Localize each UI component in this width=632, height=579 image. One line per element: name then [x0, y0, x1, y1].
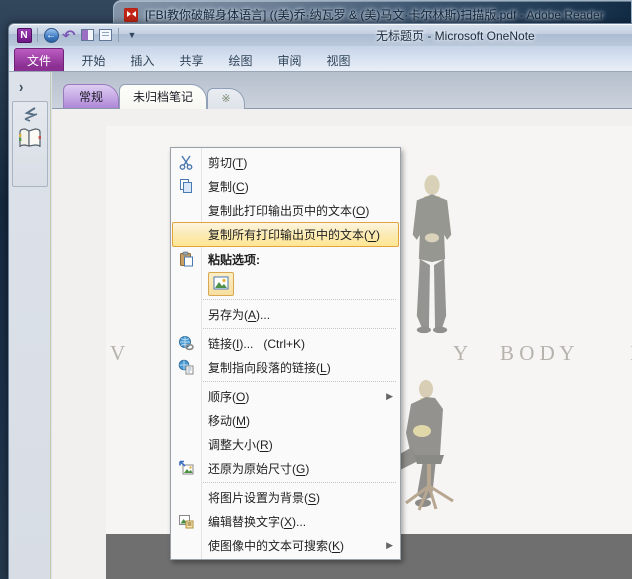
- submenu-arrow-icon: ▶: [386, 540, 393, 551]
- menu-item-link[interactable]: 链接(I)...(Ctrl+K): [171, 331, 400, 355]
- qat-separator: [118, 28, 119, 42]
- section-tab-label: 常规: [79, 88, 103, 105]
- notebook-nav-box: [12, 101, 48, 187]
- full-page-view-button[interactable]: [96, 27, 114, 44]
- menu-item-save-as[interactable]: 另存为(A)...: [171, 302, 400, 326]
- expand-navbar-button[interactable]: ›: [19, 78, 23, 96]
- menu-item-label: 还原为原始尺寸(G): [201, 460, 309, 477]
- menu-icon-gutter: [171, 460, 201, 476]
- titlebar: N ← ↶ ▼ 无标题页 - Microsoft OneNote: [9, 24, 632, 46]
- undo-button[interactable]: ↶: [60, 27, 78, 44]
- menu-item-copy-link-to-paragraph[interactable]: 复制指向段落的链接(L): [171, 355, 400, 379]
- menu-item-label: 复制此打印输出页中的文本(O): [201, 202, 369, 219]
- menu-item-label: 编辑替换文字(X)...: [201, 513, 306, 530]
- onenote-logo-icon: N: [17, 28, 32, 43]
- menu-item-make-text-in-image-searchable[interactable]: 使图像中的文本可搜索(K) ▶: [171, 533, 400, 557]
- menu-item-cut[interactable]: 剪切(T): [171, 150, 400, 174]
- menu-item-copy[interactable]: 复制(C): [171, 174, 400, 198]
- full-page-view-icon: [99, 29, 112, 41]
- ribbon-tab-审阅[interactable]: 审阅: [265, 49, 314, 71]
- qat-separator: [37, 28, 38, 42]
- standing-man-figure: [402, 174, 464, 336]
- menu-item-resize[interactable]: 调整大小(R): [171, 432, 400, 456]
- menu-icon-gutter: [171, 178, 201, 194]
- paste-icon: [178, 251, 194, 267]
- section-tab-weiguidang[interactable]: 未归档笔记: [119, 84, 207, 109]
- menu-separator: [203, 381, 396, 382]
- onenote-logo-button[interactable]: N: [15, 27, 33, 44]
- menu-item-label: 粘贴选项:: [201, 251, 260, 268]
- menu-item-label: 复制(C): [201, 178, 249, 195]
- ribbon-tab-视图[interactable]: 视图: [314, 49, 363, 71]
- menu-item-label: 复制指向段落的链接(L): [201, 359, 331, 376]
- menu-icon-gutter: [171, 513, 201, 529]
- scan-word-body: B O D Y: [500, 341, 574, 366]
- cut-icon: [178, 154, 194, 170]
- ribbon-tab-绘图[interactable]: 绘图: [216, 49, 265, 71]
- copy-icon: [178, 178, 194, 194]
- collapse-arrow-icon[interactable]: [19, 106, 41, 122]
- back-button[interactable]: ←: [42, 27, 60, 44]
- new-section-icon: ※: [221, 92, 230, 105]
- paste-as-picture-button[interactable]: [208, 272, 234, 296]
- menu-item-label: 顺序(O): [201, 388, 249, 405]
- context-menu: 剪切(T) 复制(C) 复制此打印输出页中的文本(O) 复制所有打印输出页中的文本(Y…: [170, 147, 401, 560]
- section-tab-changgui[interactable]: 常规: [63, 84, 119, 109]
- qat-customize-button[interactable]: ▼: [123, 27, 141, 44]
- menu-item-set-picture-as-background[interactable]: 将图片设置为背景(S): [171, 485, 400, 509]
- new-section-tab-button[interactable]: ※: [207, 88, 245, 109]
- menu-icon-gutter: [171, 335, 201, 351]
- menu-item-move[interactable]: 移动(M): [171, 408, 400, 432]
- section-tab-label: 未归档笔记: [133, 88, 193, 105]
- menu-item-label: 调整大小(R): [201, 436, 273, 453]
- screen: { "colors": { "onenote_accent": "#8b2f92…: [0, 0, 632, 579]
- ribbon-tab-共享[interactable]: 共享: [167, 49, 216, 71]
- window-title: 无标题页 - Microsoft OneNote: [376, 27, 535, 44]
- menu-item-shortcut: (Ctrl+K): [263, 337, 305, 351]
- chevron-down-icon: ▼: [128, 30, 137, 40]
- menu-item-label: 链接(I)...(Ctrl+K): [201, 335, 305, 352]
- adobe-window-title: [FBI教你破解身体语言] ((美)乔·纳瓦罗 & (美)马文·卡尔林斯)扫描版…: [145, 6, 604, 23]
- menu-separator: [203, 328, 396, 329]
- ribbon-tab-插入[interactable]: 插入: [118, 49, 167, 71]
- menu-item-label: 另存为(A)...: [201, 306, 270, 323]
- menu-item-copy-text-this-printout-page[interactable]: 复制此打印输出页中的文本(O): [171, 198, 400, 222]
- alt-text-icon: [178, 513, 194, 529]
- dock-to-desktop-button[interactable]: [78, 27, 96, 44]
- menu-item-copy-text-all-printout-pages[interactable]: 复制所有打印输出页中的文本(Y): [171, 222, 400, 247]
- menu-icon-gutter: [171, 154, 201, 170]
- menu-item-label: 使图像中的文本可搜索(K): [201, 537, 344, 554]
- ribbon-tabs: 开始插入共享绘图审阅视图: [69, 49, 363, 71]
- scan-letter-v: V: [110, 341, 125, 366]
- menu-item-label: 移动(M): [201, 412, 250, 429]
- menu-item-label: 将图片设置为背景(S): [201, 489, 320, 506]
- menu-item-paste-as-picture[interactable]: [171, 271, 400, 297]
- notebook-icon[interactable]: [17, 126, 43, 150]
- tab-file[interactable]: 文件: [14, 48, 64, 71]
- adobe-pdf-icon: [124, 8, 138, 22]
- dock-to-desktop-icon: [81, 29, 94, 41]
- undo-icon: ↶: [62, 28, 75, 42]
- paste-picture-icon: [213, 276, 229, 292]
- menu-item-paste-options-header[interactable]: 粘贴选项:: [171, 247, 400, 271]
- menu-icon-gutter: [171, 359, 201, 375]
- copy-link-icon: [178, 359, 194, 375]
- menu-separator: [203, 482, 396, 483]
- menu-separator: [203, 299, 396, 300]
- menu-icon-gutter: [171, 251, 201, 267]
- menu-item-restore-original-size[interactable]: 还原为原始尺寸(G): [171, 456, 400, 480]
- menu-item-order[interactable]: 顺序(O) ▶: [171, 384, 400, 408]
- navigation-sidebar: ›: [9, 72, 51, 579]
- menu-item-label: 剪切(T): [201, 154, 247, 171]
- ribbon-tab-row: 文件 开始插入共享绘图审阅视图: [9, 46, 632, 72]
- menu-item-edit-alt-text[interactable]: 编辑替换文字(X)...: [171, 509, 400, 533]
- page-tab-strip: 常规 未归档笔记 ※: [52, 72, 632, 109]
- submenu-arrow-icon: ▶: [386, 391, 393, 402]
- restore-size-icon: [178, 460, 194, 476]
- back-icon: ←: [44, 28, 59, 43]
- link-icon: [178, 335, 194, 351]
- ribbon-tab-开始[interactable]: 开始: [69, 49, 118, 71]
- scan-letter-y: Y: [453, 341, 468, 366]
- menu-item-label: 复制所有打印输出页中的文本(Y): [201, 226, 380, 243]
